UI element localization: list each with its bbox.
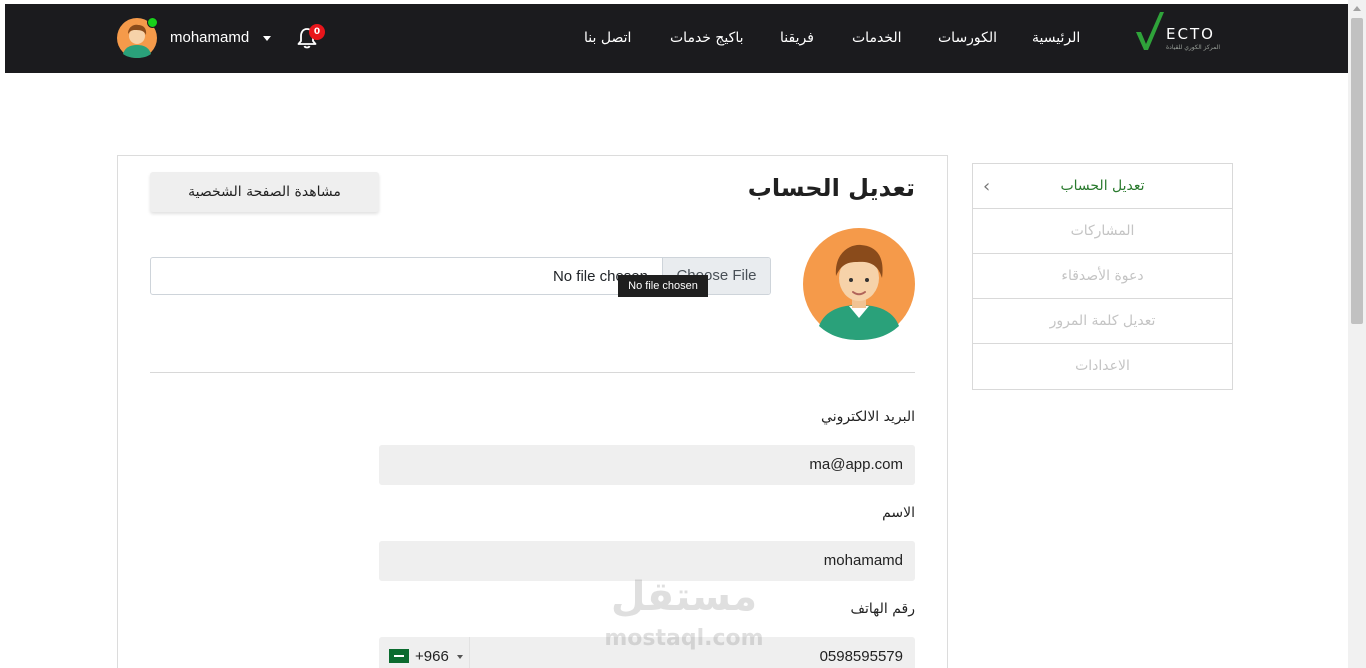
saudi-flag-icon[interactable] xyxy=(389,649,409,663)
side-menu-item-posts[interactable]: المشاركات xyxy=(973,209,1232,254)
logo-text: ECTO xyxy=(1166,25,1215,43)
side-menu-item-edit-account[interactable]: ‹ تعديل الحساب xyxy=(973,164,1232,209)
side-menu-item-change-password[interactable]: تعديل كلمة المرور xyxy=(973,299,1232,344)
scroll-up-arrow-icon[interactable] xyxy=(1353,6,1361,11)
page-title: تعديل الحساب xyxy=(747,174,915,202)
nav-link-team[interactable]: فريقنا xyxy=(780,30,814,46)
email-label: البريد الالكتروني xyxy=(821,409,915,425)
file-tooltip: No file chosen xyxy=(618,275,708,297)
scrollbar-thumb[interactable] xyxy=(1351,18,1363,324)
chevron-left-icon: ‹ xyxy=(983,176,991,197)
phone-value: 0598595579 xyxy=(819,648,903,665)
name-label: الاسم xyxy=(882,505,915,521)
side-menu-item-settings[interactable]: الاعدادات xyxy=(973,344,1232,389)
side-menu-item-label: تعديل كلمة المرور xyxy=(1049,313,1156,329)
watermark-arabic: مستقل xyxy=(610,574,758,620)
side-menu-item-label: المشاركات xyxy=(1070,223,1135,239)
nav-link-contact[interactable]: اتصل بنا xyxy=(584,30,631,46)
nav-link-service-packages[interactable]: باكيج خدمات xyxy=(670,30,744,46)
name-value: mohamamd xyxy=(823,552,903,569)
online-status-dot xyxy=(147,17,158,28)
side-menu-item-invite-friends[interactable]: دعوة الأصدقاء xyxy=(973,254,1232,299)
user-menu-name[interactable]: mohamamd xyxy=(170,29,249,46)
side-menu-item-label: الاعدادات xyxy=(1075,358,1130,374)
nav-link-services[interactable]: الخدمات xyxy=(852,30,902,46)
profile-avatar xyxy=(803,228,915,340)
dial-code-caret-icon[interactable] xyxy=(457,655,463,659)
dial-code-separator xyxy=(469,637,470,668)
view-profile-button[interactable]: مشاهدة الصفحة الشخصية xyxy=(150,172,379,212)
email-value: ma@app.com xyxy=(809,456,903,473)
side-menu-item-label: تعديل الحساب xyxy=(1060,178,1145,194)
section-divider xyxy=(150,372,915,373)
mostaql-watermark: مستقل mostaql.com xyxy=(598,574,770,658)
email-field[interactable]: ma@app.com xyxy=(379,445,915,485)
dial-code[interactable]: +966 xyxy=(415,648,449,665)
notification-badge: 0 xyxy=(309,24,325,40)
page-scrollbar[interactable] xyxy=(1348,0,1366,668)
nav-link-courses[interactable]: الكورسات xyxy=(938,30,997,46)
account-side-menu: ‹ تعديل الحساب المشاركات دعوة الأصدقاء ت… xyxy=(972,163,1233,390)
watermark-latin: mostaql.com xyxy=(604,626,764,651)
side-menu-item-label: دعوة الأصدقاء xyxy=(1061,268,1144,284)
user-dropdown-caret-icon[interactable] xyxy=(263,36,271,41)
logo-subtext: المركز الكوري للقيادة xyxy=(1166,44,1221,51)
nav-link-home[interactable]: الرئيسية xyxy=(1032,30,1080,46)
